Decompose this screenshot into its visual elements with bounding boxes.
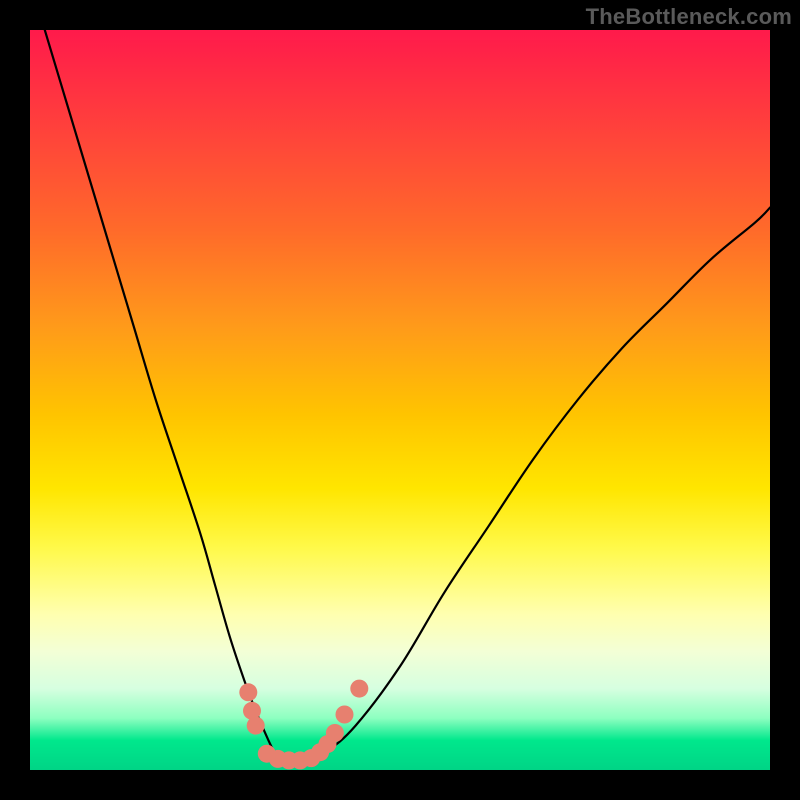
highlight-dot (247, 717, 265, 735)
bottleneck-curve-path (45, 30, 770, 761)
highlight-dots-group (239, 680, 368, 770)
highlight-dot (239, 683, 257, 701)
watermark-text: TheBottleneck.com (586, 4, 792, 30)
chart-frame: TheBottleneck.com (0, 0, 800, 800)
curve-svg (30, 30, 770, 770)
plot-area (30, 30, 770, 770)
highlight-dot (326, 724, 344, 742)
highlight-dot (336, 706, 354, 724)
highlight-dot (350, 680, 368, 698)
